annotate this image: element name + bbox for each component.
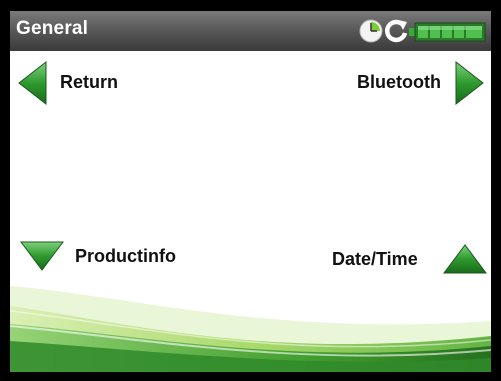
clock-icon (359, 19, 383, 43)
device-frame: General Return Bluetooth Productinfo Dat… (0, 0, 501, 381)
refresh-icon (385, 19, 408, 43)
arrow-right-icon (455, 61, 484, 105)
screen: General Return Bluetooth Productinfo Dat… (10, 11, 491, 372)
return-button[interactable]: Return (18, 61, 138, 105)
decorative-wave-background (10, 286, 491, 372)
battery-icon (409, 22, 486, 42)
title-bar: General (10, 11, 491, 51)
arrow-left-icon (18, 61, 47, 105)
bluetooth-label: Bluetooth (357, 72, 441, 92)
page-title: General (16, 18, 89, 39)
return-label: Return (60, 72, 118, 92)
bluetooth-button[interactable]: Bluetooth (350, 61, 485, 105)
productinfo-label: Productinfo (75, 246, 176, 266)
